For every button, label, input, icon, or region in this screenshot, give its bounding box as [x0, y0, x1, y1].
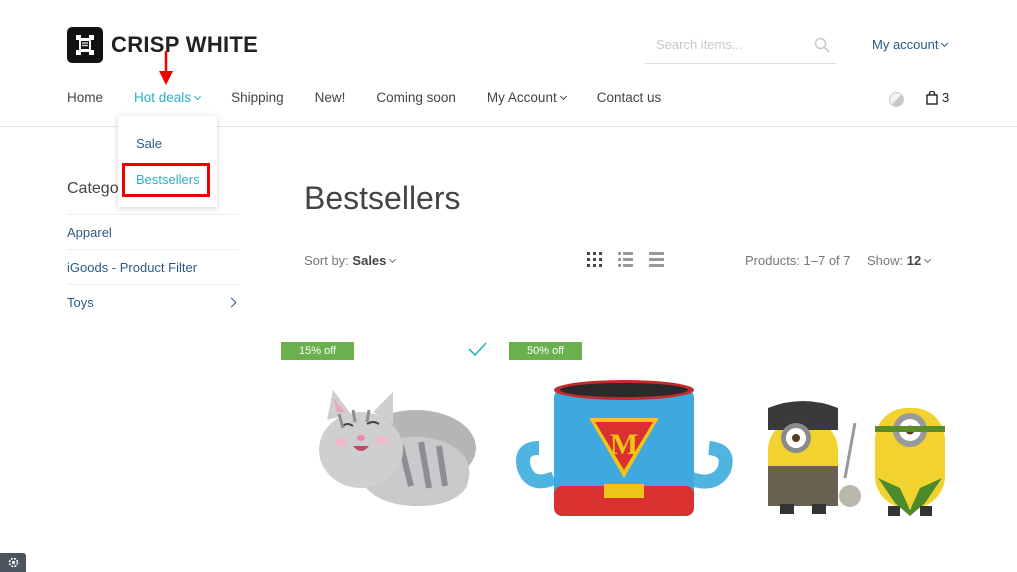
nav-label: New! [314, 90, 346, 105]
discount-badge: 50% off [509, 342, 583, 360]
sidebar-item-label: iGoods - Product Filter [67, 259, 198, 275]
search-input[interactable] [645, 28, 795, 60]
nav-label: Shipping [231, 90, 284, 105]
product-card[interactable]: 15% off [281, 338, 491, 538]
nav-item-shipping[interactable]: Shipping [231, 90, 284, 105]
logo-icon [67, 27, 103, 63]
my-account-label: My account [872, 37, 939, 52]
show-label: Show: [867, 253, 904, 268]
table-view-icon[interactable] [649, 252, 664, 272]
chevron-right-icon[interactable] [226, 297, 237, 307]
products-count: Products: 1–7 of 7 [745, 253, 851, 268]
show-value: 12 [906, 253, 922, 268]
dropdown-item-sale[interactable]: Sale [136, 136, 162, 151]
chevron-down-icon [941, 39, 949, 48]
annotation-highlight-box [122, 163, 210, 197]
sort-label: Sort by: [304, 253, 349, 268]
gear-icon[interactable] [0, 553, 26, 572]
brand-name: CRISP WHITE [111, 32, 259, 57]
cart-count: 3 [942, 90, 950, 105]
list-view-icon[interactable] [618, 252, 633, 272]
category-list: Apparel iGoods - Product Filter Toys [67, 214, 239, 319]
discount-badge: 15% off [281, 342, 355, 360]
product-card[interactable]: 50% off M [509, 338, 733, 538]
show-per-page-dropdown[interactable]: Show: 12 [867, 253, 932, 268]
nav-item-hot-deals[interactable]: Hot deals [134, 90, 202, 105]
superhero-mug-image: M [516, 380, 733, 516]
sort-value: Sales [352, 253, 387, 268]
theme-toggle-icon[interactable] [889, 92, 904, 107]
nav-item-home[interactable]: Home [67, 90, 103, 105]
nav-label: Contact us [596, 90, 662, 105]
nav-label: Hot deals [134, 90, 192, 105]
sidebar-item-toys[interactable]: Toys [67, 284, 239, 319]
svg-text:M: M [610, 428, 638, 461]
chevron-down-icon [924, 255, 932, 264]
annotation-arrow-icon [159, 51, 173, 85]
main-nav: Home Hot deals Shipping New! Coming soon… [67, 90, 692, 105]
sort-dropdown[interactable]: Sort by: Sales [304, 253, 397, 268]
search-icon[interactable] [814, 37, 830, 53]
nav-label: My Account [486, 90, 557, 105]
sidebar-item-label: Apparel [67, 224, 112, 240]
product-card[interactable] [750, 338, 960, 538]
grid-view-icon[interactable] [587, 252, 602, 272]
sidebar-item-igoods[interactable]: iGoods - Product Filter [67, 249, 239, 284]
chevron-down-icon [194, 92, 202, 101]
sidebar-item-apparel[interactable]: Apparel [67, 214, 239, 249]
chevron-down-icon [559, 92, 567, 101]
cart-button[interactable]: 3 [926, 90, 949, 105]
nav-item-my-account[interactable]: My Account [486, 90, 567, 105]
sidebar-item-label: Toys [67, 294, 94, 310]
sidebar-title: Catego [67, 180, 119, 197]
page-title: Bestsellers [304, 180, 461, 216]
checkmark-icon[interactable] [467, 341, 487, 362]
nav-item-coming-soon[interactable]: Coming soon [376, 90, 456, 105]
plush-cat-image [319, 390, 476, 507]
nav-label: Home [67, 90, 104, 105]
nav-item-new[interactable]: New! [315, 90, 346, 105]
shopping-bag-icon [926, 90, 938, 105]
minion-figures-image [768, 401, 945, 516]
nav-label: Coming soon [376, 90, 456, 105]
my-account-menu[interactable]: My account [872, 37, 949, 52]
view-mode-switcher [587, 252, 680, 272]
nav-item-contact-us[interactable]: Contact us [597, 90, 662, 105]
search-box [645, 28, 836, 64]
chevron-down-icon [389, 255, 397, 264]
